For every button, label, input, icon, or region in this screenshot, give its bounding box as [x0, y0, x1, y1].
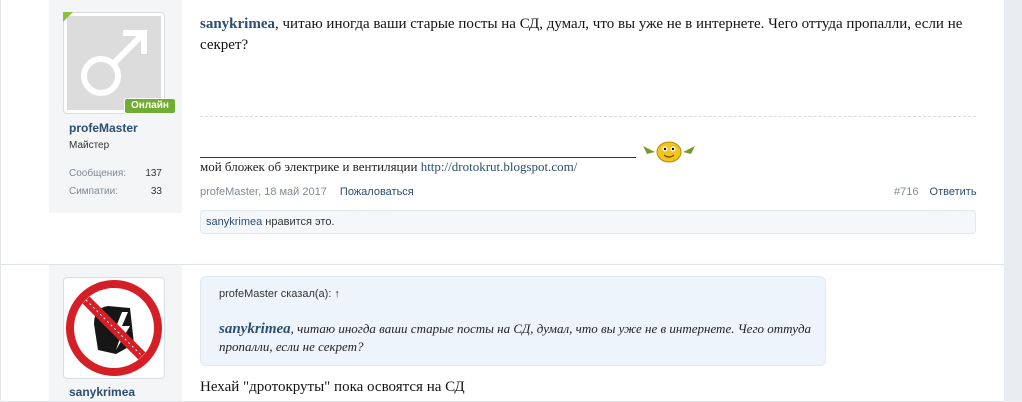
post-number[interactable]: #716 — [894, 186, 918, 198]
signature-divider — [200, 116, 976, 117]
mention-link[interactable]: sanykrimea — [200, 16, 275, 32]
likes-user-link[interactable]: sanykrimea — [206, 216, 262, 228]
thread-page: Онлайн profeMaster Майстер Сообщения: 13… — [0, 0, 1005, 402]
message-body: sanykrimea, читаю иногда ваши старые пос… — [200, 14, 980, 56]
report-link[interactable]: Пожаловаться — [340, 186, 414, 198]
post-author-date[interactable]: profeMaster, 18 май 2017 — [200, 186, 327, 198]
stat-messages-value: 137 — [145, 168, 162, 179]
post-meta: profeMaster, 18 май 2017 Пожаловаться — [200, 186, 414, 198]
reply-link[interactable]: Ответить — [930, 186, 977, 198]
stat-likes-value: 33 — [150, 186, 162, 197]
author-username[interactable]: sanykrimea — [69, 385, 135, 399]
signature: мой бложек об электрике и вентиляции htt… — [200, 159, 577, 175]
quote-text: , читаю иногда ваши старые посты на СД, … — [219, 321, 812, 354]
quote-mention[interactable]: sanykrimea — [219, 321, 291, 337]
online-corner-marker — [63, 12, 73, 22]
post-717: sanykrimea profeMaster сказал(а): ↑ sany… — [1, 265, 1004, 402]
quote-header[interactable]: profeMaster сказал(а): ↑ — [219, 288, 340, 300]
flying-smiley-icon — [641, 138, 697, 166]
author-username[interactable]: profeMaster — [69, 121, 138, 135]
stat-messages-label: Сообщения: — [69, 168, 127, 179]
author-title: Майстер — [69, 140, 110, 151]
signature-text: мой бложек об электрике и вентиляции — [200, 159, 421, 174]
male-symbol-icon — [67, 16, 161, 110]
signature-link[interactable]: http://drotokrut.blogspot.com/ — [421, 159, 578, 174]
likes-summary: sanykrimea нравится это. — [200, 210, 976, 234]
page-background-strip — [1004, 0, 1022, 401]
message-text: , читаю иногда ваши старые посты на СД, … — [200, 16, 963, 53]
quote-body: sanykrimea, читаю иногда ваши старые пос… — [219, 320, 819, 356]
likes-text: нравится это. — [262, 216, 335, 228]
no-electric-shock-icon — [66, 280, 162, 376]
post-716: Онлайн profeMaster Майстер Сообщения: 13… — [1, 0, 1004, 265]
online-badge: Онлайн — [124, 98, 176, 114]
message-body: Нехай "дротокруты" пока освоятся на СД — [200, 379, 465, 395]
signature-underline — [200, 157, 636, 158]
post-controls: #716 Ответить — [894, 186, 977, 198]
quote-block: profeMaster сказал(а): ↑ sanykrimea, чит… — [200, 276, 826, 366]
avatar[interactable] — [63, 277, 165, 379]
stat-likes-label: Симпатии: — [69, 186, 118, 197]
